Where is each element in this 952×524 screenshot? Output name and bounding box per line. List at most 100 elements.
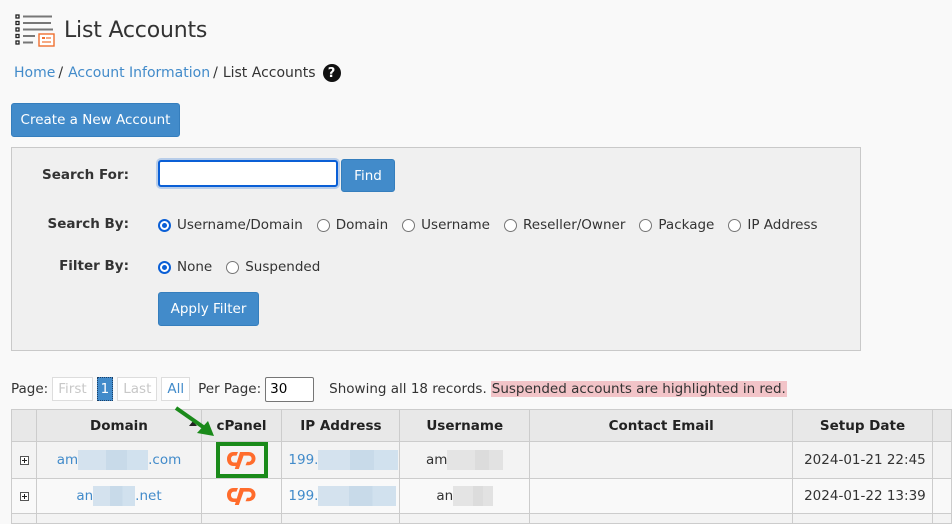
- filter-by-label: Filter By:: [59, 258, 129, 274]
- filter-by-group: None Suspended: [158, 259, 334, 275]
- search-by-domain[interactable]: Domain: [316, 217, 389, 233]
- expand-icon[interactable]: [19, 491, 29, 501]
- radio-button[interactable]: [226, 260, 240, 274]
- page-title: List Accounts: [64, 17, 208, 43]
- page-all[interactable]: All: [161, 377, 191, 401]
- per-page-label: Per Page:: [198, 381, 262, 397]
- ip-link[interactable]: 199.: [288, 486, 397, 506]
- radio-button[interactable]: [728, 218, 742, 232]
- apply-filter-button[interactable]: Apply Filter: [158, 292, 259, 326]
- empty-cell: [10, 513, 38, 524]
- find-button[interactable]: Find: [341, 159, 395, 192]
- page-header: List Accounts: [14, 10, 207, 50]
- search-by-username[interactable]: Username: [402, 217, 490, 233]
- radio-button[interactable]: [402, 218, 416, 232]
- cpanel-icon[interactable]: [226, 485, 258, 507]
- help-icon[interactable]: ?: [322, 64, 341, 82]
- table-row: an .net 199. an 2024-01-22 13:39: [10, 478, 952, 514]
- col-domain[interactable]: Domain: [36, 409, 202, 442]
- radio-label: None: [177, 259, 213, 275]
- radio-label: Username/Domain: [177, 217, 303, 233]
- domain-suffix: .com: [148, 452, 182, 468]
- per-page-input[interactable]: [265, 376, 315, 402]
- ip-link[interactable]: 199.: [288, 450, 399, 470]
- empty-cell: [792, 513, 933, 524]
- setup-date-cell: 2024-01-21 22:45: [792, 441, 933, 479]
- radio-label: Username: [421, 217, 490, 233]
- radio-button[interactable]: [158, 218, 171, 232]
- cpanel-cell: [200, 478, 283, 514]
- empty-cell: [200, 513, 283, 524]
- ip-cell: 199.: [281, 478, 401, 514]
- search-by-ip-address[interactable]: IP Address: [728, 217, 818, 233]
- empty-cell: [529, 513, 794, 524]
- col-domain-label: Domain: [90, 417, 148, 434]
- domain-link[interactable]: an .net: [76, 486, 162, 506]
- radio-label: Package: [658, 217, 715, 233]
- cpanel-icon[interactable]: [226, 449, 258, 471]
- filter-by-suspended[interactable]: Suspended: [226, 259, 320, 275]
- radio-label: IP Address: [747, 217, 818, 233]
- setup-date-cell: 2024-01-22 13:39: [792, 478, 933, 514]
- search-by-username-domain[interactable]: Username/Domain: [158, 217, 303, 233]
- table-row: [10, 513, 952, 524]
- col-ip-address[interactable]: IP Address: [281, 409, 401, 442]
- col-cpanel: cPanel: [200, 409, 283, 442]
- domain-cell: am .com: [36, 441, 202, 479]
- redacted-text: [447, 450, 504, 470]
- username-prefix: am: [426, 452, 448, 468]
- redacted-text: [318, 450, 399, 470]
- search-by-reseller-owner[interactable]: Reseller/Owner: [503, 217, 626, 233]
- radio-button[interactable]: [503, 218, 517, 232]
- ip-prefix: 199.: [288, 488, 319, 504]
- ip-prefix: 199.: [288, 452, 319, 468]
- records-count: Showing all 18 records.: [329, 381, 487, 397]
- expand-icon[interactable]: [19, 455, 29, 465]
- radio-label: Reseller/Owner: [522, 217, 626, 233]
- more-cell: [931, 478, 952, 514]
- list-accounts-icon: [15, 14, 55, 47]
- radio-label: Domain: [335, 217, 389, 233]
- create-account-button[interactable]: Create a New Account: [11, 103, 180, 137]
- col-more: [931, 409, 952, 442]
- sort-ascending-icon[interactable]: [188, 421, 197, 426]
- domain-link[interactable]: am .com: [56, 450, 182, 470]
- more-cell: [931, 441, 952, 479]
- radio-button[interactable]: [158, 260, 171, 274]
- col-contact-email[interactable]: Contact Email: [529, 409, 794, 442]
- search-by-label: Search By:: [47, 216, 129, 232]
- redacted-text: [318, 486, 397, 506]
- redacted-text: [93, 486, 136, 506]
- cpanel-cell: [200, 441, 283, 479]
- breadcrumb-account-information[interactable]: Account Information: [68, 65, 210, 81]
- domain-suffix: .net: [135, 488, 162, 504]
- breadcrumb: Home / Account Information / List Accoun…: [14, 64, 341, 82]
- table-header-row: Domain cPanel IP Address Username Contac…: [10, 409, 952, 442]
- page-last: Last: [117, 377, 158, 401]
- col-setup-date[interactable]: Setup Date: [792, 409, 933, 442]
- suspended-note: Suspended accounts are highlighted in re…: [490, 381, 787, 397]
- search-input[interactable]: [158, 160, 338, 187]
- expand-cell: [10, 441, 38, 479]
- empty-cell: [399, 513, 531, 524]
- pagination-bar: Page: First 1 Last All Per Page: Showing…: [11, 376, 787, 402]
- redacted-text: [453, 486, 494, 506]
- empty-cell: [281, 513, 401, 524]
- breadcrumb-current: List Accounts: [222, 65, 316, 81]
- search-by-group: Username/Domain Domain Username Reseller…: [158, 217, 832, 233]
- page-current[interactable]: 1: [96, 377, 114, 401]
- radio-button[interactable]: [316, 218, 330, 232]
- search-panel: Search For: Find Search By: Username/Dom…: [11, 147, 861, 351]
- filter-by-none[interactable]: None: [158, 259, 212, 275]
- contact-email-cell: [529, 478, 794, 514]
- col-username[interactable]: Username: [399, 409, 531, 442]
- page-first: First: [52, 377, 93, 401]
- radio-button[interactable]: [639, 218, 653, 232]
- expand-cell: [10, 478, 38, 514]
- annotation-highlight-box: [215, 442, 268, 478]
- domain-prefix: am: [56, 452, 79, 468]
- empty-cell: [931, 513, 952, 524]
- breadcrumb-home[interactable]: Home: [14, 65, 55, 81]
- col-expand: [10, 409, 38, 442]
- search-by-package[interactable]: Package: [639, 217, 714, 233]
